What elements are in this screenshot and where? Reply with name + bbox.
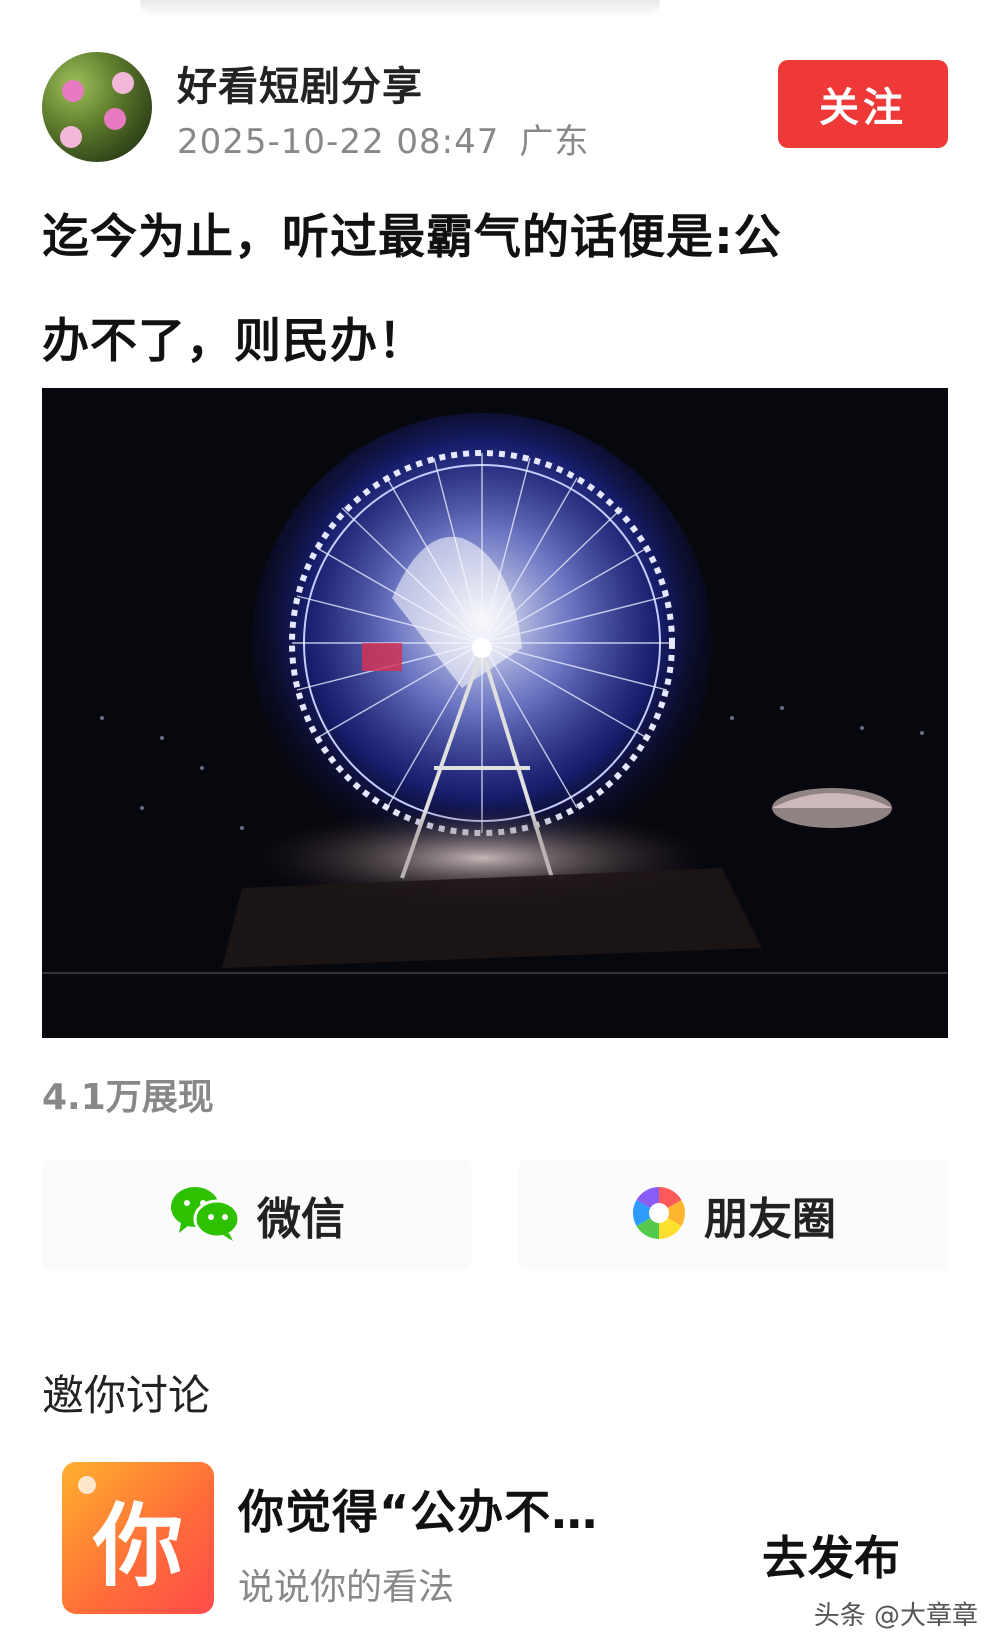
view-count: 4.1万展现 bbox=[42, 1077, 214, 1118]
post-region: 广东 bbox=[519, 122, 590, 162]
discussion-icon-char: 你 bbox=[93, 1494, 183, 1599]
avatar-flower bbox=[112, 72, 134, 94]
top-fade bbox=[140, 0, 660, 18]
sparkle-icon bbox=[78, 1476, 96, 1494]
author-name[interactable]: 好看短剧分享 bbox=[177, 54, 423, 112]
post-header: 好看短剧分享 2025-10-22 08:47 广东 关注 bbox=[42, 48, 948, 168]
discuss-section-title: 邀你讨论 bbox=[42, 1371, 211, 1420]
post-title-line: 迄今为止，听过最霸气的话便是:公 bbox=[42, 210, 782, 265]
share-wechat-button[interactable]: 微信 bbox=[42, 1160, 472, 1270]
follow-button[interactable]: 关注 bbox=[778, 60, 948, 148]
avatar-flower bbox=[104, 108, 126, 130]
avatar-flower bbox=[62, 80, 84, 102]
watermark: 头条 @大章章 bbox=[813, 1601, 978, 1631]
post-meta: 2025-10-22 08:47 广东 bbox=[177, 114, 589, 163]
share-row: 微信 朋友圈 bbox=[42, 1160, 948, 1270]
author-avatar[interactable] bbox=[42, 52, 152, 162]
discussion-prompt-text: 你觉得“公办不… bbox=[238, 1485, 599, 1539]
post-timestamp: 2025-10-22 08:47 bbox=[177, 122, 500, 162]
discussion-icon: 你 bbox=[62, 1462, 214, 1614]
discussion-prompt-card[interactable]: 你 你觉得“公办不… 说说你的看法 去发布 bbox=[62, 1462, 942, 1622]
share-moments-label: 朋友圈 bbox=[704, 1194, 836, 1245]
post-title: 迄今为止，听过最霸气的话便是:公 办不了，则民办！ bbox=[42, 186, 952, 394]
avatar-flower bbox=[60, 126, 82, 148]
share-moments-button[interactable]: 朋友圈 bbox=[518, 1160, 948, 1270]
share-wechat-label: 微信 bbox=[257, 1194, 345, 1245]
post-title-line: 办不了，则民办！ bbox=[42, 314, 426, 369]
moments-icon bbox=[630, 1184, 688, 1246]
discussion-prompt-sub: 说说你的看法 bbox=[238, 1567, 455, 1608]
wechat-icon bbox=[169, 1183, 241, 1247]
post-image[interactable] bbox=[42, 388, 948, 1038]
publish-button[interactable]: 去发布 bbox=[762, 1522, 900, 1588]
ferris-wheel-image bbox=[42, 388, 948, 1038]
